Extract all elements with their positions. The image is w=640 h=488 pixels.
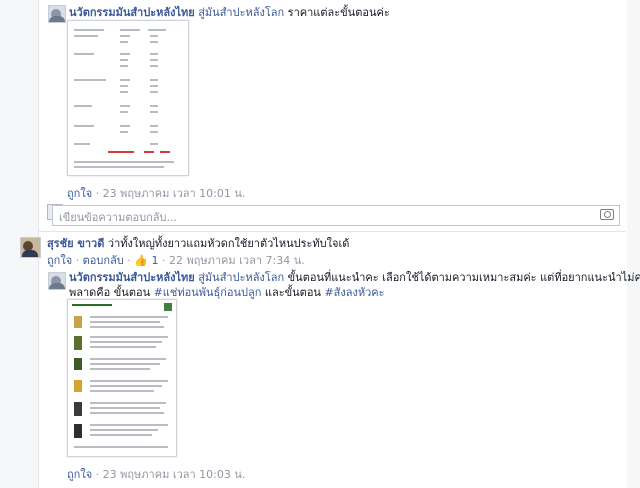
- comment-3-author[interactable]: นวัตกรรมมันสำปะหลังไทย: [69, 271, 195, 284]
- comment-3-meta: ถูกใจ · 23 พฤษภาคม เวลา 10:03 น.: [67, 468, 246, 481]
- comment-3-header: นวัตกรรมมันสำปะหลังไทย สู่มันสำปะหลังโลก…: [69, 270, 640, 285]
- comment-2-like-count[interactable]: 1: [151, 254, 158, 267]
- comment-1-meta: ถูกใจ · 23 พฤษภาคม เวลา 10:01 น.: [67, 187, 246, 200]
- hashtag-1[interactable]: #แช่ท่อนพันธุ์ก่อนปลูก: [154, 286, 262, 299]
- comment-3-tag[interactable]: สู่มันสำปะหลังโลก: [198, 271, 284, 284]
- reply-placeholder: เขียนข้อความตอบกลับ...: [59, 211, 177, 224]
- comment-3-like-link[interactable]: ถูกใจ: [67, 468, 92, 481]
- comment-2-author[interactable]: สุรชัย ขาวดี: [47, 237, 104, 250]
- comment-1-image[interactable]: [67, 20, 189, 176]
- hashtag-2[interactable]: #สังลงหัวคะ: [324, 286, 384, 299]
- comment-3-line2: พลาดคือ ขั้นตอน #แช่ท่อนพันธุ์ก่อนปลูก แ…: [69, 285, 385, 300]
- reply-input[interactable]: เขียนข้อความตอบกลับ...: [52, 205, 620, 226]
- comment-3-timestamp[interactable]: 23 พฤษภาคม เวลา 10:03 น.: [103, 468, 246, 481]
- comment-1-text: ราคาแต่ละขั้นตอนค่ะ: [287, 6, 390, 19]
- page-avatar[interactable]: [48, 272, 66, 290]
- comment-1-header: นวัตกรรมมันสำปะหลังไทย สู่มันสำปะหลังโลก…: [69, 5, 390, 20]
- comment-feed: นวัตกรรมมันสำปะหลังไทย สู่มันสำปะหลังโลก…: [0, 0, 640, 488]
- camera-icon[interactable]: [600, 209, 614, 220]
- comment-3-image[interactable]: [67, 299, 177, 457]
- comment-1-tag[interactable]: สู่มันสำปะหลังโลก: [198, 6, 284, 19]
- comment-2-meta: ถูกใจ · ตอบกลับ · 👍 1 · 22 พฤษภาคม เวลา …: [47, 254, 305, 267]
- comment-2-reply-link[interactable]: ตอบกลับ: [83, 254, 124, 267]
- comment-2-text: ว่าทั้งใหญ่ทั้งยาวแถมหัวดกใช้ยาตัวไหนประ…: [107, 237, 350, 250]
- comment-2-header: สุรชัย ขาวดี ว่าทั้งใหญ่ทั้งยาวแถมหัวดกใ…: [47, 236, 349, 251]
- comment-3-text-a: พลาดคือ ขั้นตอน: [69, 286, 151, 299]
- comment-2-like-link[interactable]: ถูกใจ: [47, 254, 72, 267]
- divider: [38, 231, 626, 232]
- comment-1-timestamp[interactable]: 23 พฤษภาคม เวลา 10:01 น.: [103, 187, 246, 200]
- comment-3-text-b: และขั้นตอน: [264, 286, 321, 299]
- thumbs-up-icon[interactable]: 👍: [134, 254, 148, 267]
- comment-1-author[interactable]: นวัตกรรมมันสำปะหลังไทย: [69, 6, 195, 19]
- page-avatar[interactable]: [48, 5, 66, 23]
- user-avatar[interactable]: [20, 237, 41, 258]
- comment-2-timestamp[interactable]: 22 พฤษภาคม เวลา 7:34 น.: [169, 254, 305, 267]
- comment-1-like-link[interactable]: ถูกใจ: [67, 187, 92, 200]
- comment-3-text-line1: ขั้นตอนที่แนะนำคะ เลือกใช้ได้ตามความเหมา…: [287, 271, 640, 284]
